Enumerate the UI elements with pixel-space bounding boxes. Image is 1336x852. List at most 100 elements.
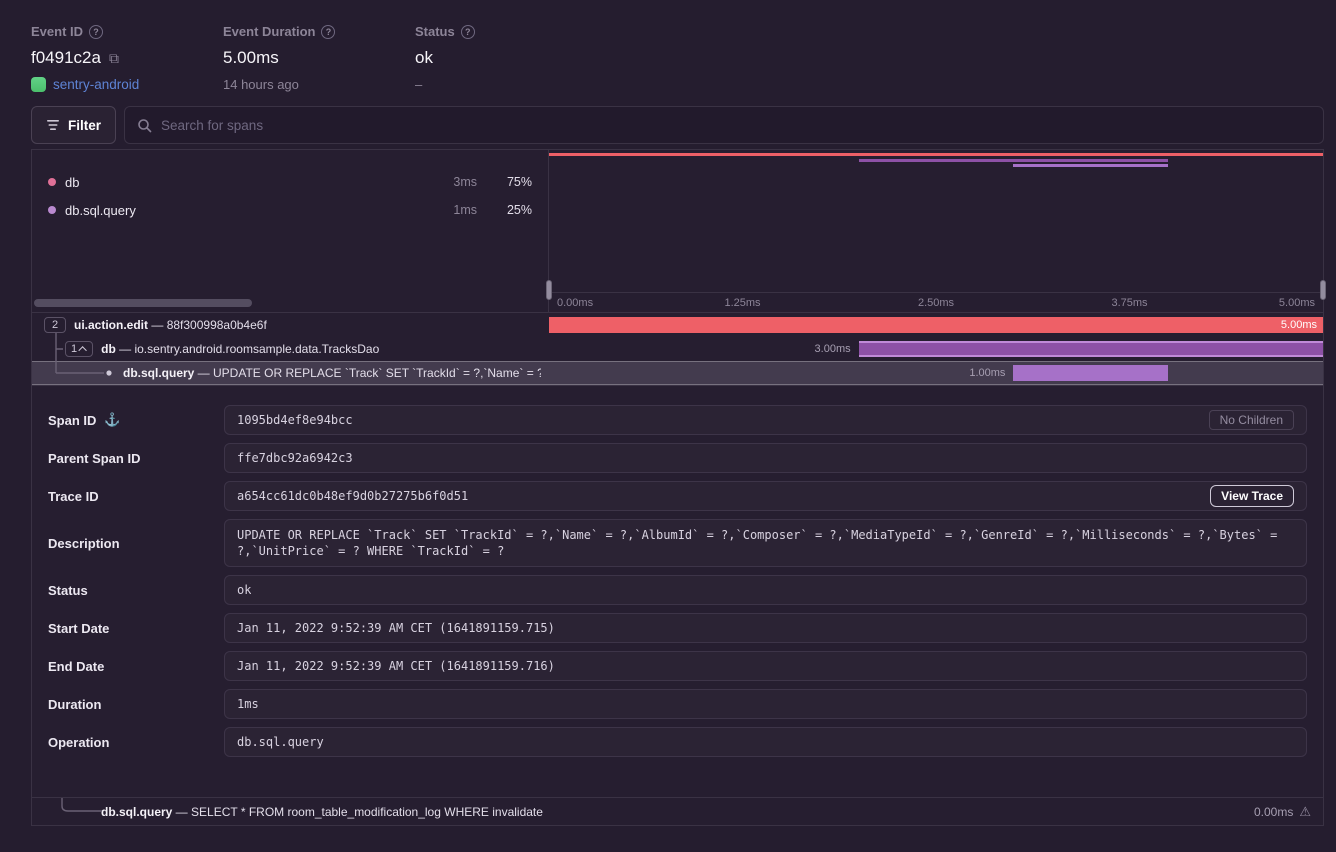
- span-id-value: 1095bd4ef8e94bcc: [237, 413, 353, 427]
- filter-icon: [46, 119, 60, 131]
- op-name: db: [65, 175, 422, 190]
- detail-label: Duration: [48, 697, 224, 712]
- detail-value-field: UPDATE OR REPLACE `Track` SET `TrackId` …: [224, 519, 1307, 567]
- project-row: sentry-android: [31, 77, 223, 92]
- detail-label: Trace ID: [48, 489, 224, 504]
- span-children-badge[interactable]: 1: [65, 341, 93, 357]
- help-icon[interactable]: ?: [461, 25, 475, 39]
- detail-value-field: ffe7dbc92a6942c3: [224, 443, 1307, 473]
- horizontal-scrollbar-thumb[interactable]: [34, 299, 252, 307]
- search-icon: [137, 118, 152, 133]
- help-icon[interactable]: ?: [89, 25, 103, 39]
- detail-row-end-date: End Date Jan 11, 2022 9:52:39 AM CET (16…: [48, 651, 1307, 681]
- span-duration-label: 5.00ms: [1281, 319, 1317, 331]
- project-link[interactable]: sentry-android: [53, 77, 139, 92]
- duration-value: 1ms: [237, 697, 259, 711]
- span-bar-cell: 1.00ms: [549, 361, 1323, 385]
- event-id-label: Event ID: [31, 24, 83, 39]
- span-row-left: 2 ui.action.edit — 88f300998a0b4e6f: [32, 313, 549, 337]
- time-tick: 3.75ms: [1111, 297, 1147, 309]
- span-title: db.sql.query — UPDATE OR REPLACE `Track`…: [123, 366, 541, 380]
- event-header: Event ID ? f0491c2a ⧉ sentry-android Eve…: [0, 0, 1336, 106]
- op-row-db[interactable]: db 3ms 75%: [48, 168, 532, 196]
- status-label-row: Status ?: [415, 24, 475, 39]
- status-sub: –: [415, 77, 475, 92]
- span-duration-label: 3.00ms: [815, 343, 851, 355]
- trace-id-value: a654cc61dc0b48ef9d0b27275b6f0d51: [237, 489, 468, 503]
- event-duration-column: Event Duration ? 5.00ms 14 hours ago: [223, 24, 415, 92]
- time-axis: 0.00ms 1.25ms 2.50ms 3.75ms 5.00ms: [549, 292, 1323, 312]
- event-id-column: Event ID ? f0491c2a ⧉ sentry-android: [31, 24, 223, 92]
- ops-breakdown: db 3ms 75% db.sql.query 1ms 25%: [32, 150, 549, 312]
- op-row-db-sql-query[interactable]: db.sql.query 1ms 25%: [48, 196, 532, 224]
- detail-label: Status: [48, 583, 224, 598]
- detail-value-field: db.sql.query: [224, 727, 1307, 757]
- detail-row-duration: Duration 1ms: [48, 689, 1307, 719]
- span-bar[interactable]: 5.00ms: [549, 317, 1323, 333]
- filter-button-label: Filter: [68, 118, 101, 133]
- time-tick: 0.00ms: [557, 297, 593, 309]
- anchor-icon[interactable]: ⚓: [104, 412, 120, 428]
- span-children-badge[interactable]: 2: [44, 317, 66, 333]
- span-tree: 2 ui.action.edit — 88f300998a0b4e6f 5.00…: [32, 313, 1323, 385]
- description-value: UPDATE OR REPLACE `Track` SET `TrackId` …: [237, 527, 1294, 559]
- op-color-dot: [48, 206, 56, 214]
- span-title: ui.action.edit — 88f300998a0b4e6f: [74, 318, 267, 332]
- detail-value-field: 1095bd4ef8e94bcc No Children: [224, 405, 1307, 435]
- span-row-left: 1 db — io.sentry.android.roomsample.data…: [32, 337, 549, 361]
- minimap: db 3ms 75% db.sql.query 1ms 25% 0.00ms 1…: [32, 150, 1323, 313]
- minimap-span-ui-action-edit: [549, 153, 1323, 156]
- event-id-value-row: f0491c2a ⧉: [31, 48, 223, 68]
- detail-label: Operation: [48, 735, 224, 750]
- span-details: Span ID ⚓ 1095bd4ef8e94bcc No Children P…: [32, 385, 1323, 797]
- span-bar-cell: 5.00ms: [549, 313, 1323, 337]
- search-input[interactable]: [161, 118, 1311, 133]
- detail-row-start-date: Start Date Jan 11, 2022 9:52:39 AM CET (…: [48, 613, 1307, 643]
- span-bar[interactable]: [859, 341, 1323, 357]
- detail-label: End Date: [48, 659, 224, 674]
- event-duration-ago: 14 hours ago: [223, 77, 415, 92]
- detail-value-field: 1ms: [224, 689, 1307, 719]
- help-icon[interactable]: ?: [321, 25, 335, 39]
- detail-value-field: Jan 11, 2022 9:52:39 AM CET (1641891159.…: [224, 651, 1307, 681]
- view-trace-button[interactable]: View Trace: [1210, 485, 1294, 507]
- span-row-db-sql-query-selected[interactable]: db.sql.query — UPDATE OR REPLACE `Track`…: [32, 361, 1323, 385]
- detail-value-field: a654cc61dc0b48ef9d0b27275b6f0d51 View Tr…: [224, 481, 1307, 511]
- time-tick: 1.25ms: [724, 297, 760, 309]
- op-name: db.sql.query: [65, 203, 422, 218]
- copy-icon[interactable]: ⧉: [109, 50, 119, 67]
- minimap-chart[interactable]: 0.00ms 1.25ms 2.50ms 3.75ms 5.00ms: [549, 150, 1323, 312]
- time-tick: 2.50ms: [918, 297, 954, 309]
- detail-value-field: ok: [224, 575, 1307, 605]
- detail-label: Description: [48, 536, 224, 551]
- no-children-badge: No Children: [1209, 410, 1294, 430]
- event-duration-label: Event Duration: [223, 24, 315, 39]
- event-duration-label-row: Event Duration ?: [223, 24, 415, 39]
- event-duration-value: 5.00ms: [223, 48, 415, 68]
- minimap-span-db-sql-query: [1013, 164, 1168, 167]
- parent-span-id-value: ffe7dbc92a6942c3: [237, 451, 353, 465]
- status-value: ok: [415, 48, 475, 68]
- start-date-value: Jan 11, 2022 9:52:39 AM CET (1641891159.…: [237, 621, 555, 635]
- span-row-db[interactable]: 1 db — io.sentry.android.roomsample.data…: [32, 337, 1323, 361]
- span-row-left: db.sql.query — UPDATE OR REPLACE `Track`…: [32, 361, 549, 385]
- event-id-label-row: Event ID ?: [31, 24, 223, 39]
- operation-value: db.sql.query: [237, 735, 324, 749]
- drag-handle-right[interactable]: [1320, 280, 1326, 300]
- detail-row-span-id: Span ID ⚓ 1095bd4ef8e94bcc No Children: [48, 405, 1307, 435]
- span-row-ui-action-edit[interactable]: 2 ui.action.edit — 88f300998a0b4e6f 5.00…: [32, 313, 1323, 337]
- detail-row-status: Status ok: [48, 575, 1307, 605]
- detail-row-operation: Operation db.sql.query: [48, 727, 1307, 757]
- tree-connector-elbow: [58, 798, 106, 814]
- op-color-dot: [48, 178, 56, 186]
- op-duration: 1ms: [431, 203, 477, 217]
- status-label: Status: [415, 24, 455, 39]
- span-bar[interactable]: [1013, 365, 1168, 381]
- project-platform-icon: [31, 77, 46, 92]
- op-percentage: 25%: [486, 203, 532, 217]
- op-percentage: 75%: [486, 175, 532, 189]
- drag-handle-left[interactable]: [546, 280, 552, 300]
- detail-value-field: Jan 11, 2022 9:52:39 AM CET (1641891159.…: [224, 613, 1307, 643]
- span-row-db-sql-query-select[interactable]: db.sql.query — SELECT * FROM room_table_…: [32, 797, 1323, 825]
- filter-button[interactable]: Filter: [31, 106, 116, 144]
